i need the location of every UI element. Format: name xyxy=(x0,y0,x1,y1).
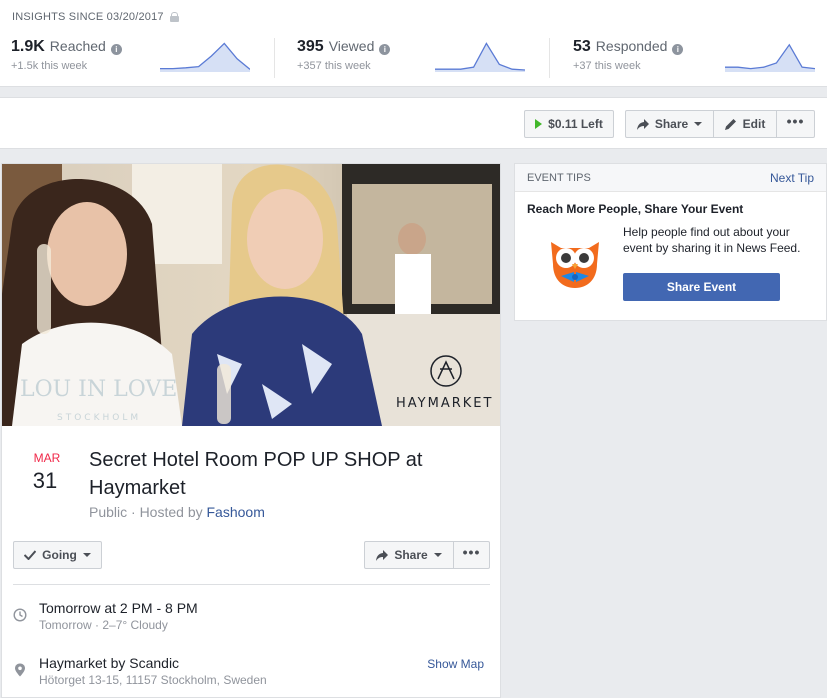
share-arrow-icon xyxy=(376,549,389,561)
chevron-down-icon xyxy=(82,553,91,557)
clock-icon xyxy=(13,608,27,622)
event-more-button[interactable]: ••• xyxy=(453,541,490,569)
share-label: Share xyxy=(654,117,689,131)
event-toolbar: $0.11 Left Share Edit ••• xyxy=(0,97,827,149)
lock-icon xyxy=(169,12,179,22)
stat-number: 1.9K xyxy=(11,38,45,55)
sparkline-reached xyxy=(160,42,250,72)
sparkline-area xyxy=(725,44,815,72)
pencil-icon xyxy=(724,119,736,130)
more-icon: ••• xyxy=(786,113,805,129)
sparkline-viewed xyxy=(435,42,525,72)
info-icon[interactable]: i xyxy=(379,44,391,55)
stat-responded[interactable]: 53 Responded i +37 this week xyxy=(573,38,684,78)
next-tip-link[interactable]: Next Tip xyxy=(770,171,814,185)
event-share-button[interactable]: Share xyxy=(364,541,454,569)
share-arrow-icon xyxy=(636,118,649,130)
event-title: Secret Hotel Room POP UP SHOP at Haymark… xyxy=(89,449,423,499)
event-month: MAR xyxy=(33,451,61,465)
event-card: LOU IN LOVE STOCKHOLM HAYMARKET MAR 31 S… xyxy=(1,163,501,698)
insights-header: INSIGHTS SINCE 03/20/2017 xyxy=(12,11,179,23)
location-pin-icon xyxy=(15,663,25,677)
event-weather: Tomorrow · 2–7° Cloudy xyxy=(39,618,168,632)
event-time-row: Tomorrow at 2 PM - 8 PM Tomorrow · 2–7° … xyxy=(13,600,490,634)
chevron-down-icon xyxy=(433,553,442,557)
divider xyxy=(549,38,550,78)
sparkline-responded xyxy=(725,43,815,72)
cover-photo-illustration: LOU IN LOVE STOCKHOLM HAYMARKET xyxy=(2,164,500,426)
stat-sub: +357 this week xyxy=(297,60,371,72)
insights-title: INSIGHTS SINCE 03/20/2017 xyxy=(12,11,164,23)
stat-label: Responded xyxy=(595,38,668,54)
budget-button[interactable]: $0.11 Left xyxy=(524,110,614,138)
event-privacy: Public · Hosted by xyxy=(89,504,207,520)
tips-title: Reach More People, Share Your Event xyxy=(527,202,744,216)
tips-text: Help people find out about your event by… xyxy=(623,225,801,255)
owl-icon xyxy=(551,242,599,288)
stat-label: Viewed xyxy=(328,38,375,54)
host-link[interactable]: Fashoom xyxy=(207,504,265,520)
tips-header-label: EVENT TIPS xyxy=(527,172,591,184)
cover-brand-right: HAYMARKET xyxy=(396,396,493,411)
event-time: Tomorrow at 2 PM - 8 PM xyxy=(39,600,198,616)
check-icon xyxy=(24,550,37,560)
divider xyxy=(13,584,490,585)
event-address: Hötorget 13-15, 11157 Stockholm, Sweden xyxy=(39,673,267,687)
tips-header: EVENT TIPS Next Tip xyxy=(515,164,826,192)
event-share-label: Share xyxy=(394,548,428,562)
stat-viewed[interactable]: 395 Viewed i +357 this week xyxy=(297,38,391,78)
event-tips-panel: EVENT TIPS Next Tip Reach More People, S… xyxy=(514,163,827,321)
more-button[interactable]: ••• xyxy=(776,110,815,138)
stat-number: 53 xyxy=(573,38,591,55)
show-map-link[interactable]: Show Map xyxy=(427,657,484,671)
info-icon[interactable]: i xyxy=(672,44,684,55)
event-location-row: Haymarket by Scandic Hötorget 13-15, 111… xyxy=(13,655,490,689)
edit-button[interactable]: Edit xyxy=(713,110,777,138)
stat-sub: +1.5k this week xyxy=(11,60,88,72)
sparkline-line xyxy=(725,43,815,70)
event-meta: Public · Hosted by Fashoom xyxy=(89,504,265,520)
sparkline-area xyxy=(435,43,525,72)
divider xyxy=(274,38,275,78)
insights-panel: INSIGHTS SINCE 03/20/2017 1.9K Reached i… xyxy=(0,0,827,87)
stat-label: Reached xyxy=(49,38,106,54)
stat-reached[interactable]: 1.9K Reached i +1.5k this week xyxy=(11,38,122,78)
budget-label: $0.11 Left xyxy=(548,117,603,131)
going-button[interactable]: Going xyxy=(13,541,102,569)
stat-number: 395 xyxy=(297,38,324,55)
more-icon: ••• xyxy=(462,544,481,560)
share-event-button[interactable]: Share Event xyxy=(623,273,780,301)
going-label: Going xyxy=(42,548,77,562)
cover-brand-left-sub: STOCKHOLM xyxy=(57,413,141,423)
event-cover-photo[interactable]: LOU IN LOVE STOCKHOLM HAYMARKET xyxy=(2,164,500,426)
stat-sub: +37 this week xyxy=(573,60,641,72)
edit-label: Edit xyxy=(742,117,766,131)
play-icon xyxy=(535,119,543,129)
chevron-down-icon xyxy=(694,122,703,126)
event-day: 31 xyxy=(32,468,58,493)
event-venue[interactable]: Haymarket by Scandic xyxy=(39,655,179,671)
info-icon[interactable]: i xyxy=(110,44,122,55)
cover-brand-left: LOU IN LOVE xyxy=(20,377,177,402)
share-button[interactable]: Share xyxy=(625,110,714,138)
